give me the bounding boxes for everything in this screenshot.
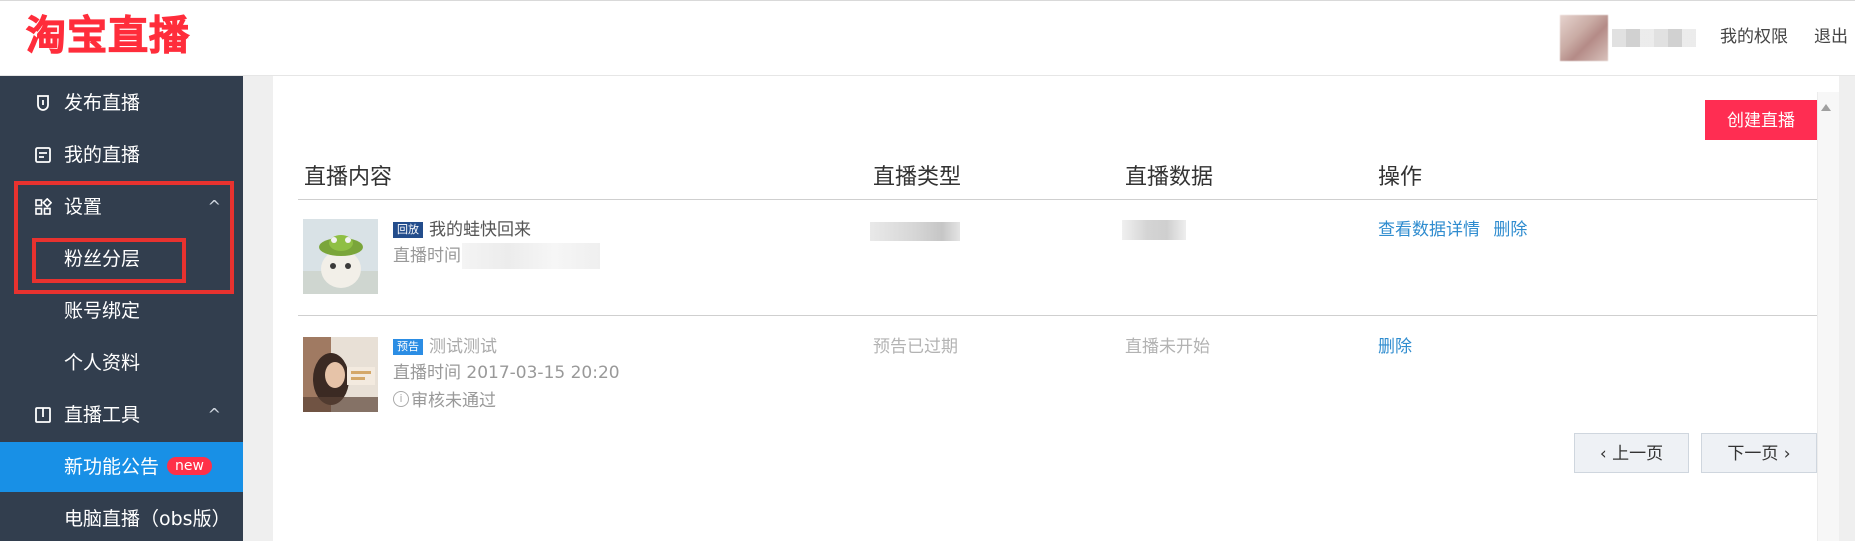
chevron-left-icon: ‹: [1599, 444, 1607, 464]
user-name-redacted: [1612, 29, 1696, 47]
sidebar-item-label: 电脑直播（obs版）: [64, 508, 231, 530]
sidebar-item-label: 直播工具: [64, 404, 141, 426]
column-header-actions: 操作: [1378, 165, 1423, 190]
column-header-data: 直播数据: [1125, 165, 1214, 190]
column-header-content: 直播内容: [304, 165, 393, 190]
new-badge: new: [167, 456, 212, 475]
book-icon: [35, 407, 51, 423]
sidebar-item-settings[interactable]: 设置 ^: [0, 182, 243, 232]
content-gutter: [243, 76, 273, 541]
review-status-line: i 审核未通过: [393, 390, 496, 412]
chevron-up-icon: ^: [207, 197, 221, 216]
sidebar-item-label: 账号绑定: [64, 300, 141, 322]
sidebar-item-my-live[interactable]: 我的直播: [0, 130, 243, 180]
logout-link[interactable]: 退出: [1814, 25, 1848, 49]
sidebar-item-label: 设置: [64, 196, 103, 218]
live-type: 预告已过期: [873, 337, 958, 357]
sidebar-item-label: 新功能公告: [64, 456, 160, 478]
sidebar-item-account-binding[interactable]: 账号绑定: [0, 286, 243, 336]
live-time: 直播时间: [393, 246, 461, 266]
redacted-time: [462, 243, 600, 269]
prev-page-label: 上一页: [1612, 444, 1664, 464]
live-title[interactable]: 我的蛙快回来: [429, 220, 531, 240]
scroll-up-arrow-icon[interactable]: [1821, 104, 1831, 111]
preview-tag: 预告: [393, 339, 423, 355]
live-title[interactable]: 测试测试: [429, 337, 497, 357]
sidebar-item-label-wrap: 新功能公告 new: [64, 442, 212, 492]
next-page-label: 下一页: [1727, 444, 1779, 464]
row-title-line: 回放 我的蛙快回来: [393, 219, 531, 241]
live-thumbnail[interactable]: [303, 337, 378, 412]
row-actions: 查看数据详情 删除: [1378, 219, 1527, 241]
content-gutter-right: [1839, 76, 1855, 541]
sidebar-item-label: 我的直播: [64, 144, 141, 166]
table-header-divider: [298, 199, 1817, 200]
delete-link[interactable]: 删除: [1378, 337, 1412, 357]
sidebar-item-label: 粉丝分层: [64, 248, 141, 270]
sidebar-item-label: 发布直播: [64, 92, 141, 114]
redacted-type: [870, 222, 960, 241]
sidebar-item-new-features[interactable]: 新功能公告 new: [0, 442, 243, 492]
chevron-right-icon: ›: [1783, 444, 1791, 464]
redacted-data: [1122, 220, 1186, 240]
create-live-button[interactable]: 创建直播: [1705, 100, 1817, 140]
info-icon: i: [393, 391, 409, 407]
live-time: 直播时间 2017-03-15 20:20: [393, 363, 620, 383]
scrollbar[interactable]: [1817, 92, 1840, 541]
sidebar-item-fan-layers[interactable]: 粉丝分层: [0, 234, 243, 284]
live-data: 直播未开始: [1125, 337, 1210, 357]
grid-icon: [35, 198, 52, 215]
sidebar-item-label: 个人资料: [64, 352, 141, 374]
live-thumbnail[interactable]: [303, 219, 378, 294]
chevron-up-icon: ^: [207, 405, 221, 424]
sidebar: 发布直播 我的直播 设置 ^ 粉丝分层 账号绑定 个人资料 直播工具 ^ 新功能…: [0, 76, 243, 541]
review-status: 审核未通过: [411, 391, 496, 411]
row-divider: [298, 315, 1817, 316]
top-header: 淘宝直播 我的权限 退出: [0, 0, 1855, 76]
sidebar-item-publish-live[interactable]: 发布直播: [0, 78, 243, 128]
prev-page-button[interactable]: ‹ 上一页: [1574, 433, 1689, 473]
logo[interactable]: 淘宝直播: [26, 11, 190, 61]
row-actions: 删除: [1378, 336, 1412, 358]
delete-link[interactable]: 删除: [1493, 220, 1527, 240]
next-page-button[interactable]: 下一页 ›: [1701, 433, 1817, 473]
column-header-type: 直播类型: [873, 165, 962, 190]
sidebar-item-profile[interactable]: 个人资料: [0, 338, 243, 388]
avatar[interactable]: [1560, 15, 1608, 61]
document-icon: [35, 147, 51, 163]
sidebar-item-live-tools[interactable]: 直播工具 ^: [0, 390, 243, 440]
my-permissions-link[interactable]: 我的权限: [1720, 25, 1788, 49]
row-title-line: 预告 测试测试: [393, 336, 497, 358]
view-data-details-link[interactable]: 查看数据详情: [1378, 220, 1480, 240]
bookmark-icon: [37, 95, 49, 111]
replay-tag: 回放: [393, 222, 423, 238]
sidebar-item-pc-live-obs[interactable]: 电脑直播（obs版）: [0, 494, 243, 544]
